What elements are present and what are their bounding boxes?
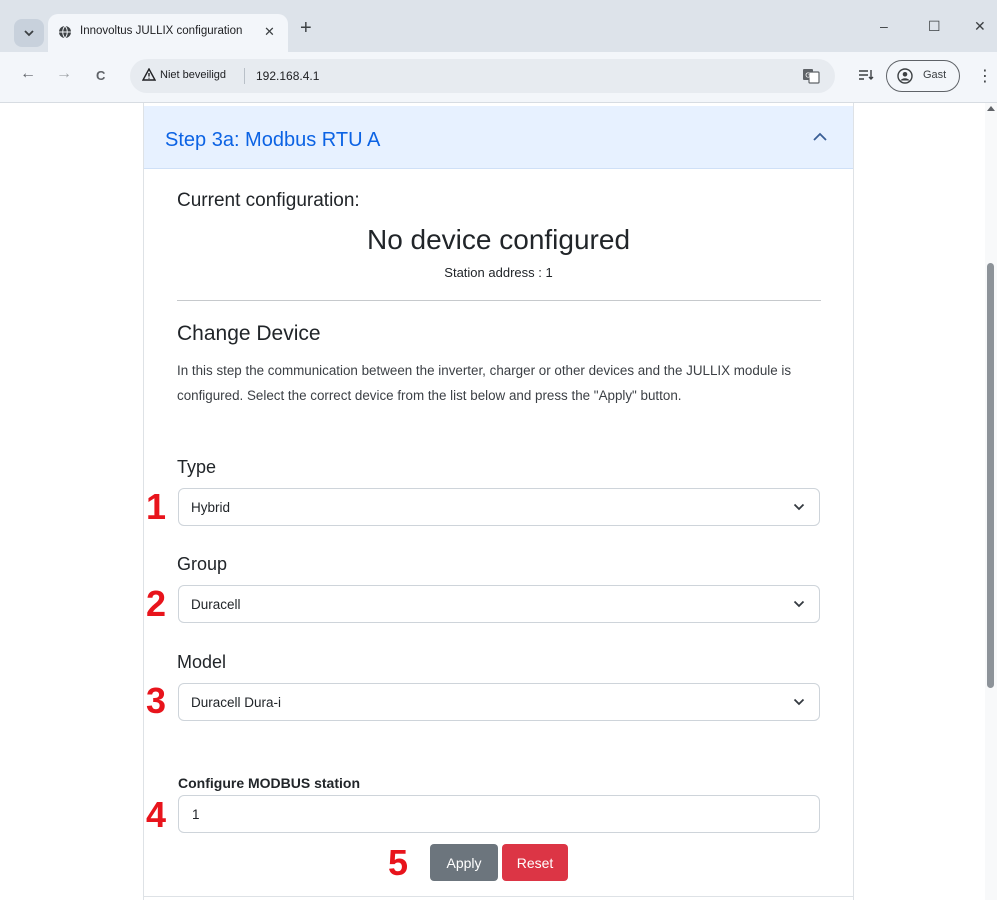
type-label: Type xyxy=(177,457,217,477)
model-label: Model xyxy=(177,652,227,672)
accordion-card: Step 3a: Modbus RTU A Current configurat… xyxy=(143,103,854,900)
annotation-marker-1: 1 xyxy=(146,486,167,527)
tab-close-icon[interactable]: ✕ xyxy=(264,24,275,40)
annotation-marker-5: 5 xyxy=(388,842,409,883)
annotation-marker-3: 3 xyxy=(146,680,167,721)
station-address: Station address : 1 xyxy=(444,265,553,280)
accordion-title: Step 3a: Modbus RTU A xyxy=(165,129,381,151)
apply-button[interactable]: Apply xyxy=(430,844,498,881)
tab-title: Innovoltus JULLIX configuration xyxy=(80,25,243,37)
maximize-button[interactable]: ☐ xyxy=(928,18,941,35)
reload-button[interactable]: C xyxy=(96,68,105,83)
browser-menu-button[interactable]: ⋮ xyxy=(977,66,993,86)
svg-text:G: G xyxy=(805,72,810,80)
divider xyxy=(244,68,245,84)
type-select[interactable]: Hybrid xyxy=(178,488,820,526)
chevron-down-icon xyxy=(793,600,805,608)
annotation-marker-4: 4 xyxy=(146,794,167,835)
close-window-button[interactable]: ✕ xyxy=(974,18,986,35)
group-label: Group xyxy=(177,554,228,574)
translate-icon[interactable]: G xyxy=(802,67,820,85)
profile-label: Gast xyxy=(923,69,947,81)
accordion-header[interactable]: Step 3a: Modbus RTU A xyxy=(144,106,853,169)
model-select[interactable]: Duracell Dura-i xyxy=(178,683,820,721)
change-device-description: In this step the communication between t… xyxy=(177,363,792,403)
model-select-value: Duracell Dura-i xyxy=(191,695,282,710)
globe-icon xyxy=(59,25,71,39)
modbus-station-label: Configure MODBUS station xyxy=(178,775,360,791)
security-status[interactable]: Niet beveiligd xyxy=(160,69,226,81)
change-device-heading: Change Device xyxy=(177,322,321,345)
reading-list-icon[interactable] xyxy=(858,68,874,82)
reset-button[interactable]: Reset xyxy=(502,844,568,881)
chevron-down-icon xyxy=(24,30,34,37)
group-select-value: Duracell xyxy=(191,597,241,612)
warning-icon xyxy=(142,68,156,81)
scroll-up-arrow-icon[interactable] xyxy=(987,106,995,111)
page-viewport: Step 3a: Modbus RTU A Current configurat… xyxy=(0,103,997,900)
minimize-button[interactable]: – xyxy=(880,18,888,34)
url-text[interactable]: 192.168.4.1 xyxy=(256,69,319,83)
current-config-heading: Current configuration: xyxy=(177,190,360,211)
current-device-status: No device configured xyxy=(366,224,631,255)
scrollbar[interactable] xyxy=(985,103,997,900)
modbus-station-value: 1 xyxy=(192,807,200,822)
card-bottom-border xyxy=(144,896,853,897)
account-icon xyxy=(897,68,913,84)
browser-toolbar: ← → C Niet beveiligd 192.168.4.1 G Gast … xyxy=(0,52,997,103)
divider xyxy=(177,300,821,301)
annotation-marker-2: 2 xyxy=(146,583,167,624)
type-select-value: Hybrid xyxy=(191,500,231,515)
chevron-down-icon xyxy=(793,503,805,511)
tab-search-button[interactable] xyxy=(14,19,44,47)
new-tab-button[interactable]: + xyxy=(300,17,312,40)
back-button[interactable]: ← xyxy=(20,65,36,83)
browser-tab-strip: Innovoltus JULLIX configuration ✕ + – ☐ … xyxy=(0,0,997,52)
profile-button[interactable]: Gast xyxy=(886,60,960,92)
address-bar[interactable]: Niet beveiligd 192.168.4.1 G xyxy=(130,59,835,93)
chevron-up-icon[interactable] xyxy=(812,132,828,142)
forward-button[interactable]: → xyxy=(56,65,72,83)
scrollbar-thumb[interactable] xyxy=(987,263,994,688)
chevron-down-icon xyxy=(793,698,805,706)
browser-tab[interactable]: Innovoltus JULLIX configuration ✕ xyxy=(48,14,288,52)
group-select[interactable]: Duracell xyxy=(178,585,820,623)
modbus-station-input[interactable]: 1 xyxy=(178,795,820,833)
